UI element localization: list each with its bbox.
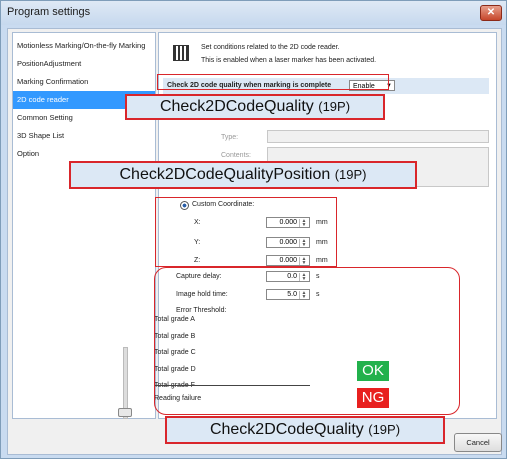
settings-sidebar: Motionless Marking/On-the-fly Marking Po… (12, 32, 156, 419)
annotation-banner-threshold: Check2DCodeQuality (19P) (165, 416, 445, 444)
coordinate-highlight-box (155, 197, 337, 267)
banner-quality-page: (19P) (318, 99, 351, 114)
banner-position-title: Check2DCodeQualityPosition (119, 166, 331, 183)
ok-badge: OK (357, 361, 389, 381)
ng-badge: NG (357, 388, 389, 408)
type-label: Type: (221, 134, 239, 141)
sidebar-item-marking-confirmation[interactable]: Marking Confirmation (13, 73, 155, 91)
title-bar: Program settings ✕ (1, 1, 506, 25)
close-button[interactable]: ✕ (480, 5, 502, 21)
info-text-enabled: This is enabled when a laser marker has … (201, 57, 377, 64)
error-threshold-slider-thumb[interactable] (118, 408, 132, 417)
cancel-button[interactable]: Cancel (454, 433, 502, 452)
type-field[interactable] (267, 130, 489, 143)
threshold-highlight-box (154, 267, 460, 415)
info-text: Set conditions related to the 2D code re… (201, 44, 340, 51)
banner-quality-title: Check2DCodeQuality (159, 98, 314, 115)
window-title: Program settings (7, 6, 91, 18)
annotation-banner-position: Check2DCodeQualityPosition (19P) (69, 161, 417, 189)
qr-code-icon (173, 45, 189, 61)
banner-position-page: (19P) (334, 167, 367, 182)
sidebar-item-motionless-marking[interactable]: Motionless Marking/On-the-fly Marking (13, 37, 155, 55)
banner-threshold-page: (19P) (368, 422, 401, 437)
contents-label: Contents: (221, 152, 251, 159)
sidebar-item-3d-shape-list[interactable]: 3D Shape List (13, 127, 155, 145)
program-settings-window: Program settings ✕ Motionless Marking/On… (0, 0, 507, 459)
annotation-banner-quality: Check2DCodeQuality (19P) (125, 94, 385, 120)
banner-threshold-title: Check2DCodeQuality (209, 421, 364, 438)
sidebar-item-position-adjustment[interactable]: PositionAdjustment (13, 55, 155, 73)
quality-highlight-box (157, 74, 389, 90)
